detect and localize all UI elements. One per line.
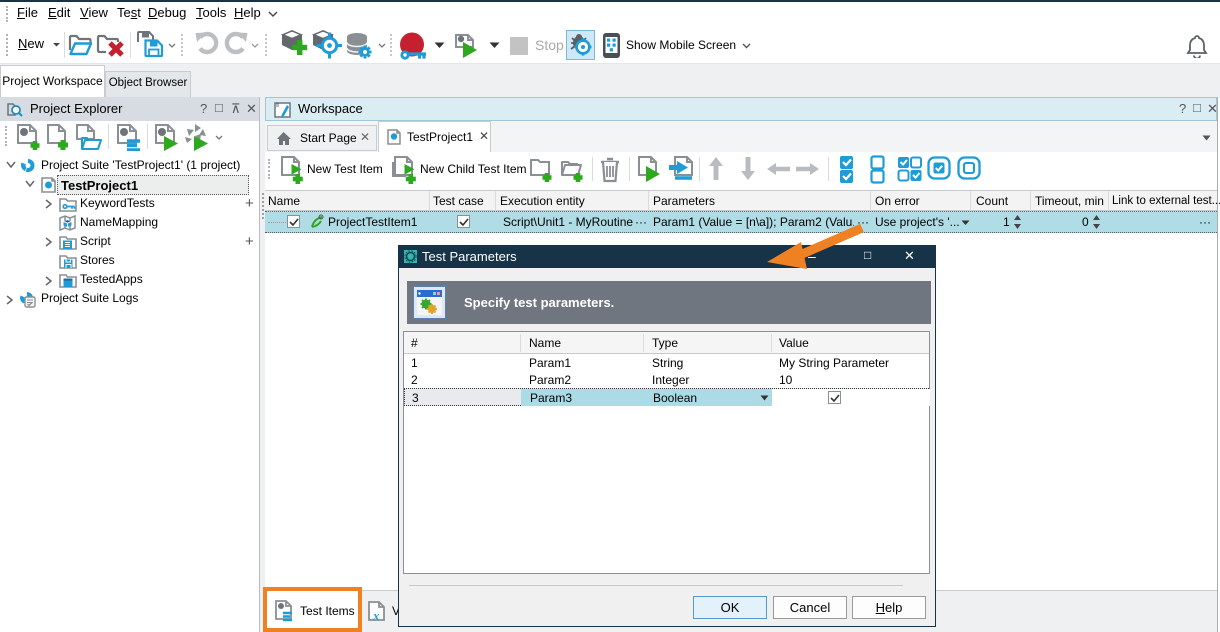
svg-text:x: x [372,608,380,623]
